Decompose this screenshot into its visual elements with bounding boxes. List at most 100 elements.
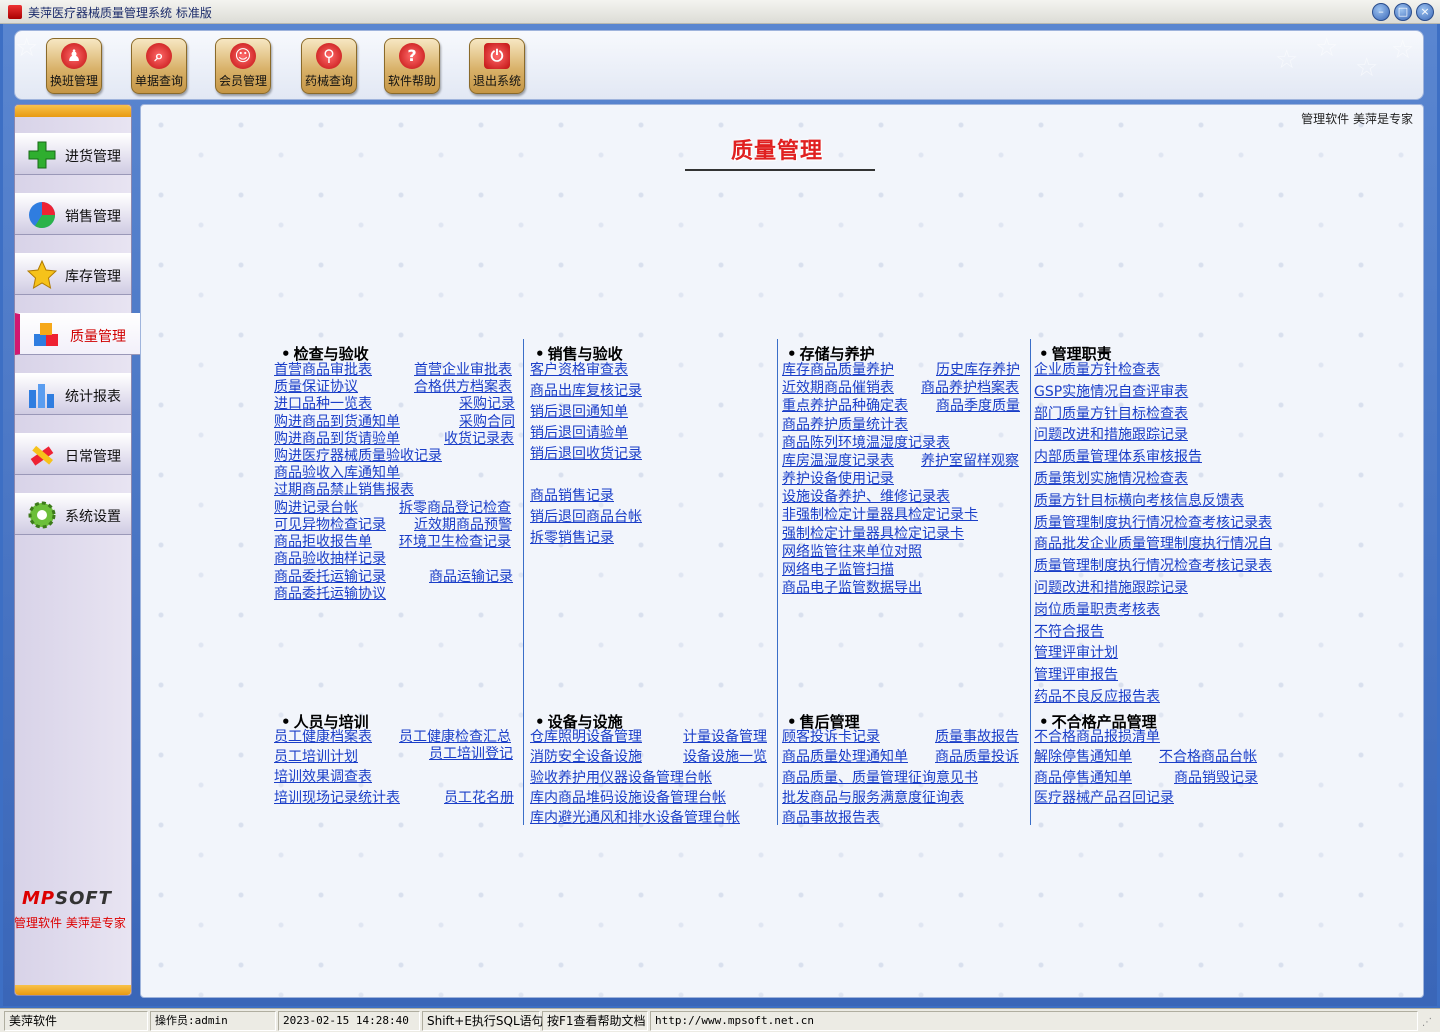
link-item[interactable]: 商品电子监管数据导出 (782, 580, 922, 597)
link-item[interactable]: 近效期商品预警 (414, 517, 512, 534)
link-item[interactable]: 销后退回收货记录 (530, 446, 642, 463)
link-item[interactable]: 销后退回商品台帐 (530, 509, 642, 526)
member-management-button[interactable]: ☺ 会员管理 (215, 38, 271, 94)
sidebar-item-inventory[interactable]: 库存管理 (15, 253, 131, 295)
link-item[interactable]: 商品委托运输协议 (274, 586, 386, 603)
link-item[interactable]: 库内避光通风和排水设备管理台帐 (530, 810, 740, 827)
link-item[interactable]: 员工培训计划 (274, 749, 358, 766)
link-item[interactable]: 养护设备使用记录 (782, 471, 894, 488)
link-item[interactable]: 购进记录台帐 (274, 500, 358, 517)
link-item[interactable]: 历史库存养护 (936, 362, 1020, 379)
link-item[interactable]: 管理评审计划 (1034, 645, 1118, 662)
link-item[interactable]: 问题改进和措施跟踪记录 (1034, 580, 1188, 597)
sidebar-item-purchase[interactable]: 进货管理 (15, 133, 131, 175)
sidebar-item-settings[interactable]: 系统设置 (15, 493, 131, 535)
link-item[interactable]: 商品陈列环境温湿度记录表 (782, 435, 950, 452)
link-item[interactable]: 强制检定计量器具检定记录卡 (782, 526, 964, 543)
sidebar-item-quality[interactable]: 质量管理 (15, 313, 141, 355)
link-item[interactable]: 管理评审报告 (1034, 667, 1118, 684)
link-item[interactable]: 内部质量管理体系审核报告 (1034, 449, 1202, 466)
link-item[interactable]: 商品验收入库通知单 (274, 465, 400, 482)
link-item[interactable]: 库房温湿度记录表 (782, 453, 894, 470)
link-item[interactable]: 销后退回通知单 (530, 404, 628, 421)
device-query-button[interactable]: ⚲ 药械查询 (301, 38, 357, 94)
link-item[interactable]: 药品不良反应报告表 (1034, 689, 1160, 706)
sidebar-item-daily[interactable]: 日常管理 (15, 433, 131, 475)
link-item[interactable]: 不合格商品台帐 (1159, 749, 1257, 766)
link-item[interactable]: 商品养护质量统计表 (782, 417, 908, 434)
link-item[interactable]: 商品停售通知单 (1034, 770, 1132, 787)
link-item[interactable]: 商品销毁记录 (1174, 770, 1258, 787)
link-item[interactable]: 首营商品审批表 (274, 362, 372, 379)
link-item[interactable]: 采购记录 (459, 396, 515, 413)
exit-system-button[interactable]: ⏻ 退出系统 (469, 38, 525, 94)
link-item[interactable]: 员工培训登记 (429, 746, 513, 763)
link-item[interactable]: 库存商品质量养护 (782, 362, 894, 379)
link-item[interactable]: 质量管理制度执行情况检查考核记录表 (1034, 558, 1284, 575)
link-item[interactable]: 医疗器械产品召回记录 (1034, 790, 1174, 807)
link-item[interactable]: 商品验收抽样记录 (274, 551, 386, 568)
link-item[interactable]: 商品质量、质量管理征询意见书 (782, 770, 978, 787)
maximize-button[interactable]: □ (1394, 3, 1412, 21)
link-item[interactable]: 企业质量方针检查表 (1034, 362, 1160, 379)
link-item[interactable]: 商品委托运输记录 (274, 569, 386, 586)
link-item[interactable]: 网络电子监管扫描 (782, 562, 894, 579)
link-item[interactable]: 消防安全设备设施 (530, 749, 642, 766)
shift-management-button[interactable]: ♟ 换班管理 (46, 38, 102, 94)
link-item[interactable]: 商品养护档案表 (921, 380, 1019, 397)
link-item[interactable]: 员工健康档案表 (274, 729, 372, 746)
close-button[interactable]: × (1416, 3, 1434, 21)
link-item[interactable]: 设备设施一览 (683, 749, 767, 766)
link-item[interactable]: 质量策划实施情况检查表 (1034, 471, 1188, 488)
link-item[interactable]: 商品批发企业质量管理制度执行情况自 (1034, 536, 1284, 553)
link-item[interactable]: 拆零销售记录 (530, 530, 614, 547)
link-item[interactable]: 商品质量投诉 (935, 749, 1019, 766)
link-item[interactable]: 重点养护品种确定表 (782, 398, 908, 415)
link-item[interactable]: 商品事故报告表 (782, 810, 880, 827)
link-item[interactable]: 质量方针目标横向考核信息反馈表 (1034, 493, 1244, 510)
link-item[interactable]: 质量事故报告 (935, 729, 1019, 746)
link-item[interactable]: 非强制检定计量器具检定记录卡 (782, 507, 978, 524)
link-item[interactable]: 网络监管往来单位对照 (782, 544, 922, 561)
link-item[interactable]: 环境卫生检查记录 (399, 534, 511, 551)
document-query-button[interactable]: ⌕ 单据查询 (131, 38, 187, 94)
link-item[interactable]: 采购合同 (459, 414, 515, 431)
link-item[interactable]: 验收养护用仪器设备管理台帐 (530, 770, 712, 787)
link-item[interactable]: 过期商品禁止销售报表 (274, 482, 414, 499)
link-item[interactable]: 不合格商品报损清单 (1034, 729, 1160, 746)
link-item[interactable]: 购进医疗器械质量验收记录 (274, 448, 442, 465)
link-item[interactable]: 商品季度质量 (936, 398, 1020, 415)
link-item[interactable]: 质量保证协议 (274, 379, 358, 396)
link-item[interactable]: 员工健康检查汇总 (399, 729, 511, 746)
link-item[interactable]: 不符合报告 (1034, 624, 1104, 641)
link-item[interactable]: 库内商品堆码设施设备管理台帐 (530, 790, 726, 807)
link-item[interactable]: 客户资格审查表 (530, 362, 628, 379)
link-item[interactable]: 拆零商品登记检查 (399, 500, 511, 517)
link-item[interactable]: 员工花名册 (444, 790, 514, 807)
link-item[interactable]: 商品拒收报告单 (274, 534, 372, 551)
minimize-button[interactable]: – (1372, 3, 1390, 21)
link-item[interactable]: 收货记录表 (444, 431, 514, 448)
link-item[interactable]: 进口品种一览表 (274, 396, 372, 413)
resize-grip-icon[interactable]: ⋰ (1422, 1017, 1432, 1028)
software-help-button[interactable]: ? 软件帮助 (384, 38, 440, 94)
link-item[interactable]: 设施设备养护、维修记录表 (782, 489, 950, 506)
link-item[interactable]: 批发商品与服务满意度征询表 (782, 790, 964, 807)
link-item[interactable]: 可见异物检查记录 (274, 517, 386, 534)
link-item[interactable]: 培训现场记录统计表 (274, 790, 400, 807)
link-item[interactable]: 商品销售记录 (530, 488, 614, 505)
link-item[interactable]: 合格供方档案表 (414, 379, 512, 396)
link-item[interactable]: 部门质量方针目标检查表 (1034, 406, 1188, 423)
link-item[interactable]: 购进商品到货通知单 (274, 414, 400, 431)
link-item[interactable]: 顾客投诉卡记录 (782, 729, 880, 746)
link-item[interactable]: 首营企业审批表 (414, 362, 512, 379)
sidebar-item-reports[interactable]: 统计报表 (15, 373, 131, 415)
link-item[interactable]: GSP实施情况自查评审表 (1034, 384, 1188, 401)
link-item[interactable]: 销后退回请验单 (530, 425, 628, 442)
link-item[interactable]: 商品质量处理通知单 (782, 749, 908, 766)
link-item[interactable]: 商品出库复核记录 (530, 383, 642, 400)
link-item[interactable]: 仓库照明设备管理 (530, 729, 642, 746)
link-item[interactable]: 养护室留样观察 (921, 453, 1019, 470)
link-item[interactable]: 购进商品到货请验单 (274, 431, 400, 448)
link-item[interactable]: 商品运输记录 (429, 569, 513, 586)
